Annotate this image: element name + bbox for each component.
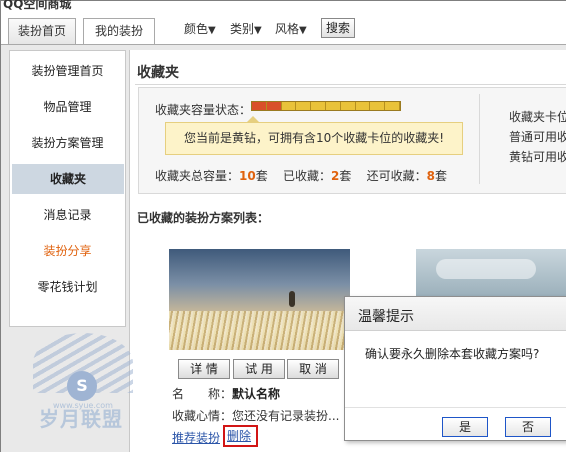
chevron-down-icon: ▼ xyxy=(254,25,262,36)
list-title: 已收藏的装扮方案列表： xyxy=(137,211,270,225)
used-label: 已收藏： xyxy=(283,169,332,183)
remain-label: 还可收藏： xyxy=(366,169,427,183)
try-on-button[interactable]: 试 用 xyxy=(233,359,285,379)
outfit-name-row: 名 称：默认名称 xyxy=(172,385,280,402)
total-label: 收藏夹总容量： xyxy=(155,169,240,183)
mood-row: 收藏心情：您还没有记录装扮... xyxy=(172,407,339,424)
category-filter-label: 类别 xyxy=(230,22,255,36)
confirm-dialog: 温馨提示 确认要永久删除本套收藏方案吗? 是 否 xyxy=(344,296,566,441)
capacity-slot-free xyxy=(326,102,341,110)
thumbnail-grass xyxy=(169,311,350,350)
sidebar-item-allowance[interactable]: 零花钱计划 xyxy=(10,272,125,302)
vip-tip: 您当前是黄钻，可拥有含10个收藏卡位的收藏夹! xyxy=(165,122,463,155)
dialog-title: 温馨提示 xyxy=(358,309,414,325)
tab-my-outfits[interactable]: 我的装扮 xyxy=(83,18,155,44)
right-note: 收藏夹卡位 xyxy=(509,110,566,124)
dialog-message: 确认要永久删除本套收藏方案吗? xyxy=(365,347,540,361)
capacity-stats: 收藏夹总容量：10套 已收藏：2套 还可收藏：8套 xyxy=(155,167,447,184)
sidebar: 装扮管理首页 物品管理 装扮方案管理 收藏夹 消息记录 装扮分享 零花钱计划 xyxy=(9,50,126,327)
total-value: 10 xyxy=(239,169,256,183)
sidebar-item-items[interactable]: 物品管理 xyxy=(10,92,125,122)
mood-value: 您还没有记录装扮... xyxy=(232,409,340,423)
remain-value: 8 xyxy=(426,169,436,183)
divider xyxy=(479,94,480,184)
capacity-slot-used xyxy=(266,102,282,110)
sidebar-item-messages[interactable]: 消息记录 xyxy=(10,200,125,230)
capacity-slot-free xyxy=(385,102,400,110)
tab-home[interactable]: 装扮首页 xyxy=(8,18,76,44)
recommend-link[interactable]: 推荐装扮 xyxy=(172,429,220,446)
chevron-down-icon: ▼ xyxy=(299,25,307,36)
dialog-header[interactable]: 温馨提示 xyxy=(345,297,566,331)
divider xyxy=(345,407,566,408)
confirm-yes-button[interactable]: 是 xyxy=(442,417,488,437)
right-note: 黄钻可用收 xyxy=(509,150,566,164)
capacity-label: 收藏夹容量状态： xyxy=(155,103,252,117)
capacity-slot-free xyxy=(370,102,386,110)
capacity-panel: 收藏夹容量状态： 您当前是黄钻，可拥有含10个收藏卡位的收藏夹! 收藏夹总容量：… xyxy=(138,87,566,194)
capacity-meter xyxy=(251,101,401,111)
capacity-slot-free xyxy=(296,102,312,110)
capacity-slot-free xyxy=(356,102,371,110)
thumbnail-figure xyxy=(289,291,295,307)
color-filter-label: 颜色 xyxy=(184,22,209,36)
app-title: QQ空间商城 xyxy=(3,0,72,11)
top-bar: QQ空间商城 装扮首页 我的装扮 颜色▼ 类别▼ 风格▼ 搜索 xyxy=(1,0,566,47)
divider xyxy=(135,84,566,85)
name-value: 默认名称 xyxy=(232,387,281,401)
mood-label: 收藏心情： xyxy=(172,409,233,423)
thumbnail-cloud xyxy=(436,259,536,279)
color-filter[interactable]: 颜色▼ xyxy=(184,20,216,38)
category-filter[interactable]: 类别▼ xyxy=(230,20,262,38)
style-filter[interactable]: 风格▼ xyxy=(275,20,307,38)
right-note: 普通可用收 xyxy=(509,130,566,144)
remain-unit: 套 xyxy=(435,169,448,183)
name-label: 名 称： xyxy=(172,387,233,401)
style-filter-label: 风格 xyxy=(275,22,300,36)
sidebar-item-favorites[interactable]: 收藏夹 xyxy=(12,164,124,194)
capacity-slot-free xyxy=(341,102,356,110)
confirm-no-button[interactable]: 否 xyxy=(505,417,551,437)
capacity-slot-used xyxy=(252,102,267,110)
used-unit: 套 xyxy=(339,169,352,183)
details-button[interactable]: 详 情 xyxy=(178,359,230,379)
sidebar-item-plans[interactable]: 装扮方案管理 xyxy=(10,128,125,158)
sidebar-item-share[interactable]: 装扮分享 xyxy=(10,236,125,266)
search-button[interactable]: 搜索 xyxy=(321,18,355,38)
capacity-slot-free xyxy=(311,102,326,110)
sidebar-item-outfit-home[interactable]: 装扮管理首页 xyxy=(10,56,125,86)
cancel-button[interactable]: 取 消 xyxy=(287,359,339,379)
delete-link[interactable]: 删除 xyxy=(223,425,258,447)
chevron-down-icon: ▼ xyxy=(208,25,216,36)
page-title: 收藏夹 xyxy=(137,65,179,81)
total-unit: 套 xyxy=(255,169,268,183)
capacity-slot-free xyxy=(282,102,297,110)
